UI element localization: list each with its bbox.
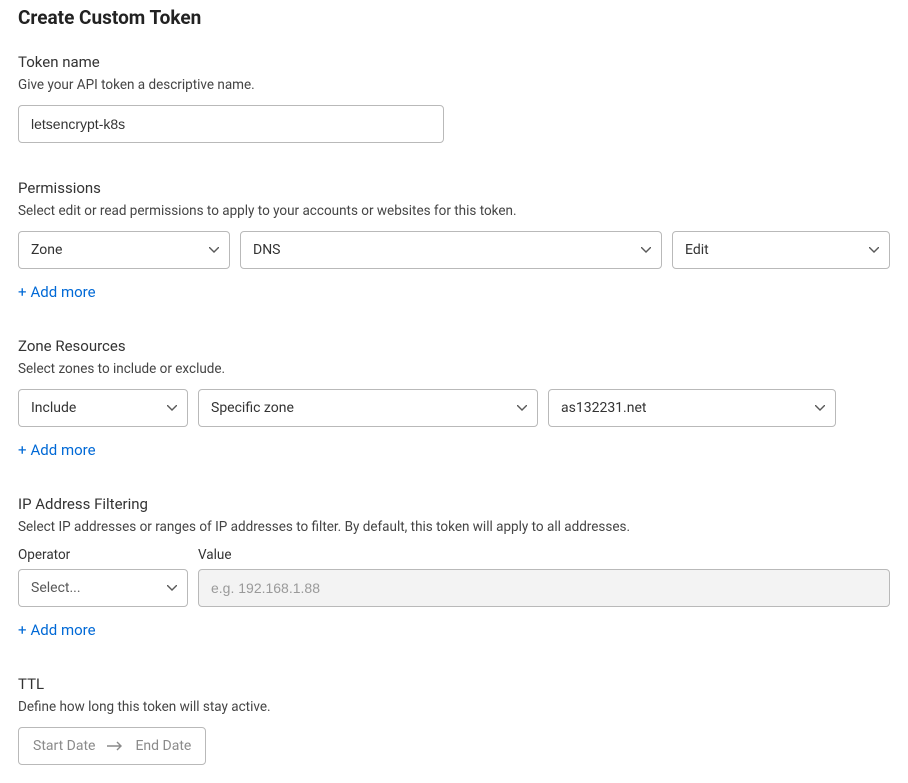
permissions-add-more-button[interactable]: + Add more (18, 283, 96, 301)
chevron-down-icon (869, 245, 879, 255)
ip-operator-placeholder: Select... (31, 580, 81, 596)
zone-mode-value: Include (31, 400, 76, 416)
zone-resources-section: Zone Resources Select zones to include o… (18, 337, 890, 459)
permissions-resource-select[interactable]: DNS (240, 231, 662, 269)
token-name-section: Token name Give your API token a descrip… (18, 53, 890, 143)
add-more-label: Add more (31, 283, 96, 301)
zone-mode-select[interactable]: Include (18, 389, 188, 427)
permissions-scope-value: Zone (31, 242, 62, 258)
zone-name-value: as132231.net (561, 400, 646, 416)
zone-scope-value: Specific zone (211, 400, 294, 416)
add-more-label: Add more (31, 441, 96, 459)
chevron-down-icon (209, 245, 219, 255)
zone-name-select[interactable]: as132231.net (548, 389, 836, 427)
ttl-date-range-picker[interactable]: Start Date End Date (18, 727, 206, 765)
ttl-section: TTL Define how long this token will stay… (18, 675, 890, 765)
ip-add-more-button[interactable]: + Add more (18, 621, 96, 639)
token-name-help: Give your API token a descriptive name. (18, 77, 890, 93)
zone-add-more-button[interactable]: + Add more (18, 441, 96, 459)
chevron-down-icon (167, 583, 177, 593)
ttl-end-date-placeholder: End Date (135, 738, 191, 754)
ip-filtering-section: IP Address Filtering Select IP addresses… (18, 495, 890, 639)
permissions-access-select[interactable]: Edit (672, 231, 890, 269)
add-more-label: Add more (31, 621, 96, 639)
permissions-access-value: Edit (685, 242, 709, 258)
ttl-heading: TTL (18, 675, 890, 693)
permissions-help: Select edit or read permissions to apply… (18, 203, 890, 219)
zone-scope-select[interactable]: Specific zone (198, 389, 538, 427)
ip-filtering-heading: IP Address Filtering (18, 495, 890, 513)
zone-resources-help: Select zones to include or exclude. (18, 361, 890, 377)
zone-resources-heading: Zone Resources (18, 337, 890, 355)
permissions-section: Permissions Select edit or read permissi… (18, 179, 890, 301)
ip-filtering-help: Select IP addresses or ranges of IP addr… (18, 519, 890, 535)
token-name-input[interactable] (18, 105, 444, 143)
permissions-resource-value: DNS (253, 242, 281, 258)
chevron-down-icon (641, 245, 651, 255)
chevron-down-icon (167, 403, 177, 413)
arrow-right-icon (107, 741, 123, 751)
plus-icon: + (18, 283, 27, 301)
ttl-help: Define how long this token will stay act… (18, 699, 890, 715)
plus-icon: + (18, 621, 27, 639)
ip-value-input[interactable] (198, 569, 890, 607)
token-name-label: Token name (18, 53, 890, 71)
value-label: Value (198, 547, 890, 563)
plus-icon: + (18, 441, 27, 459)
ttl-start-date-placeholder: Start Date (33, 738, 95, 754)
permissions-scope-select[interactable]: Zone (18, 231, 230, 269)
page-title: Create Custom Token (18, 6, 890, 29)
ip-operator-select[interactable]: Select... (18, 569, 188, 607)
operator-label: Operator (18, 547, 188, 563)
chevron-down-icon (815, 403, 825, 413)
chevron-down-icon (517, 403, 527, 413)
permissions-heading: Permissions (18, 179, 890, 197)
